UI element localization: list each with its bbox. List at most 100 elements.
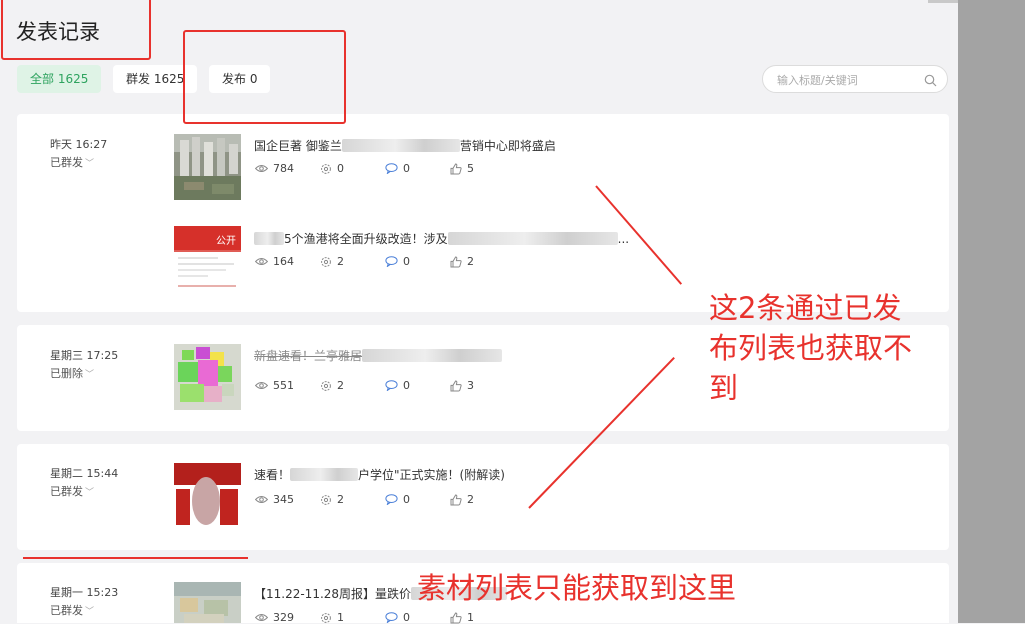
- like-count: 5: [467, 162, 474, 175]
- article-title-part: 新盘速看！兰亭雅居: [254, 349, 363, 363]
- filter-tab-all[interactable]: 全部 1625: [17, 65, 102, 93]
- share-count: 2: [337, 493, 344, 506]
- share-icon: [320, 380, 332, 392]
- comment-icon: [385, 163, 398, 174]
- article-thumbnail[interactable]: [174, 463, 241, 529]
- article-title[interactable]: 5个渔港将全面升级改造！涉及...: [254, 230, 629, 247]
- thumbs-up-icon: [450, 379, 462, 392]
- comment-count: 0: [403, 379, 410, 392]
- like-count: 1: [467, 611, 474, 624]
- record-date: 星期三 17:25: [50, 349, 119, 362]
- thumbs-up-icon: [450, 162, 462, 175]
- thumbs-up-icon: [450, 611, 462, 624]
- view-count: 164: [273, 255, 294, 268]
- annotation-note-2: 素材列表只能获取到这里: [417, 571, 737, 605]
- like-count: 2: [467, 255, 474, 268]
- eye-icon: [255, 613, 268, 622]
- article-title-part: 5个渔港将全面升级改造！涉及: [284, 232, 448, 246]
- annotation-underline: [23, 557, 248, 559]
- comment-count: 0: [403, 611, 410, 624]
- chevron-down-icon: ﹀: [85, 159, 95, 169]
- search-input[interactable]: [775, 66, 929, 94]
- annotation-box-title: [1, 0, 151, 60]
- article-stats: 551 2 0 3: [255, 379, 515, 392]
- view-count: 784: [273, 162, 294, 175]
- chevron-down-icon: ﹀: [85, 607, 95, 617]
- article-title-part: 速看！: [254, 468, 291, 482]
- annotation-note-line: 布列表也获取不: [709, 331, 913, 365]
- eye-icon: [255, 164, 268, 173]
- annotation-note-1: 这2条通过已发 布列表也获取不 到: [709, 288, 912, 408]
- chevron-down-icon: ﹀: [85, 370, 95, 380]
- comment-icon: [385, 612, 398, 623]
- record-status-dropdown[interactable]: 已群发 ﹀: [50, 154, 94, 170]
- like-count: 3: [467, 379, 474, 392]
- search-box[interactable]: [762, 65, 948, 94]
- record-card: 昨天 16:27 已群发 ﹀ 国企巨著 御鉴兰 营销中心即将盛启 784 0 0 5: [17, 114, 949, 312]
- article-thumbnail[interactable]: [174, 344, 241, 410]
- article-stats: 329 1 0 1: [255, 611, 515, 624]
- article-thumbnail[interactable]: [174, 582, 241, 623]
- record-card: 星期二 15:44 已群发 ﹀ 速看！ 户学位"正式实施！(附解读) 345 2 0…: [17, 444, 949, 550]
- article-stats: 164 2 0 2: [255, 255, 515, 268]
- article-title[interactable]: 新盘速看！兰亭雅居: [254, 347, 503, 364]
- view-count: 329: [273, 611, 294, 624]
- comment-count: 0: [403, 255, 410, 268]
- view-count: 551: [273, 379, 294, 392]
- comment-icon: [385, 256, 398, 267]
- view-count: 345: [273, 493, 294, 506]
- record-status: 已群发: [50, 604, 83, 617]
- article-title[interactable]: 速看！ 户学位"正式实施！(附解读): [254, 466, 505, 483]
- record-status: 已群发: [50, 156, 83, 169]
- record-status-dropdown[interactable]: 已群发 ﹀: [50, 602, 94, 618]
- record-status-dropdown[interactable]: 已删除 ﹀: [50, 365, 94, 381]
- article-stats: 784 0 0 5: [255, 162, 515, 175]
- annotation-note-line: 到: [709, 371, 739, 405]
- redacted-text: [362, 349, 503, 362]
- thumbs-up-icon: [450, 255, 462, 268]
- redacted-text: [254, 232, 284, 245]
- redacted-text: [290, 468, 359, 481]
- article-thumbnail[interactable]: [174, 134, 241, 200]
- eye-icon: [255, 495, 268, 504]
- search-icon[interactable]: [924, 72, 937, 91]
- comment-icon: [385, 494, 398, 505]
- record-status: 已删除: [50, 367, 83, 380]
- like-count: 2: [467, 493, 474, 506]
- share-icon: [320, 612, 332, 624]
- share-count: 2: [337, 379, 344, 392]
- eye-icon: [255, 257, 268, 266]
- side-panel-tab: [928, 0, 958, 3]
- article-stats: 345 2 0 2: [255, 493, 515, 506]
- record-status: 已群发: [50, 485, 83, 498]
- article-title-part: 国企巨著 御鉴兰: [254, 139, 342, 153]
- annotation-note-line: 这2条通过已发: [709, 291, 902, 325]
- share-icon: [320, 163, 332, 175]
- share-count: 1: [337, 611, 344, 624]
- share-icon: [320, 494, 332, 506]
- article-title-part: 户学位"正式实施！(附解读): [358, 468, 505, 482]
- record-date: 昨天 16:27: [50, 138, 108, 151]
- redacted-text: [341, 139, 460, 152]
- redacted-text: [447, 232, 618, 245]
- comment-count: 0: [403, 493, 410, 506]
- article-title-part: 营销中心即将盛启: [459, 139, 556, 153]
- share-icon: [320, 256, 332, 268]
- thumbs-up-icon: [450, 493, 462, 506]
- article-title-part: 【11.22-11.28周报】量跌价: [254, 587, 412, 601]
- share-count: 2: [337, 255, 344, 268]
- comment-icon: [385, 380, 398, 391]
- share-count: 0: [337, 162, 344, 175]
- annotation-box-publish-tab: [183, 30, 346, 124]
- eye-icon: [255, 381, 268, 390]
- article-title-part: ...: [617, 232, 630, 246]
- side-panel-edge: [958, 0, 1025, 623]
- article-thumbnail[interactable]: 公开: [174, 226, 241, 292]
- thumbnail-caption: 公开: [216, 236, 236, 247]
- record-status-dropdown[interactable]: 已群发 ﹀: [50, 483, 94, 499]
- comment-count: 0: [403, 162, 410, 175]
- chevron-down-icon: ﹀: [85, 488, 95, 498]
- record-date: 星期二 15:44: [50, 467, 119, 480]
- record-date: 星期一 15:23: [50, 586, 119, 599]
- article-title[interactable]: 国企巨著 御鉴兰 营销中心即将盛启: [254, 137, 556, 154]
